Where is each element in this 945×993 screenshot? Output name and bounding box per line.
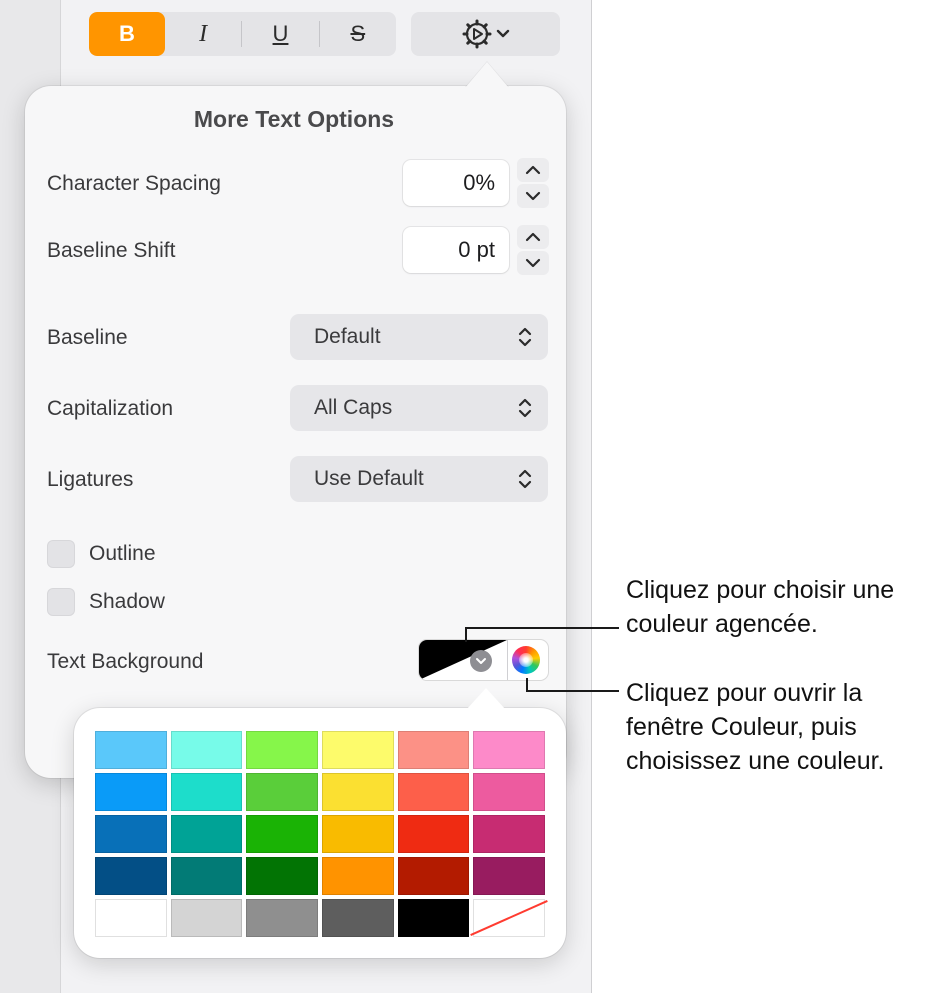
decrement-button[interactable] bbox=[517, 184, 549, 208]
palette-arrow bbox=[466, 688, 506, 710]
decrement-button[interactable] bbox=[517, 251, 549, 275]
color-swatch[interactable] bbox=[473, 857, 545, 895]
character-spacing-stepper bbox=[517, 158, 549, 208]
color-swatch[interactable] bbox=[473, 815, 545, 853]
outline-label: Outline bbox=[89, 542, 156, 565]
callout-leader bbox=[465, 627, 619, 629]
swatch-callout: Cliquez pour choisir une couleur agencée… bbox=[626, 576, 895, 638]
color-swatch[interactable] bbox=[473, 773, 545, 811]
color-swatch[interactable] bbox=[397, 857, 470, 895]
color-swatch[interactable] bbox=[170, 773, 243, 811]
color-swatch[interactable] bbox=[397, 815, 470, 853]
color-swatch[interactable] bbox=[321, 773, 394, 811]
color-swatch[interactable] bbox=[246, 899, 318, 937]
color-wheel-icon[interactable] bbox=[512, 646, 540, 674]
divider bbox=[507, 640, 508, 680]
color-swatch[interactable] bbox=[170, 857, 243, 895]
gear-icon bbox=[462, 19, 491, 49]
color-swatch[interactable] bbox=[95, 857, 167, 895]
color-swatch[interactable] bbox=[246, 857, 318, 895]
popover-title: More Text Options bbox=[193, 106, 395, 132]
chevron-down-icon bbox=[525, 191, 541, 201]
color-swatch[interactable] bbox=[95, 899, 167, 937]
bold-button[interactable]: B bbox=[89, 12, 165, 56]
color-swatch[interactable] bbox=[397, 773, 470, 811]
outline-checkbox[interactable] bbox=[47, 540, 75, 568]
ligatures-popup[interactable]: Use Default bbox=[290, 456, 548, 502]
shadow-checkbox[interactable] bbox=[47, 588, 75, 616]
underline-button[interactable]: U bbox=[242, 12, 318, 56]
shadow-option[interactable]: Shadow bbox=[47, 588, 165, 616]
popover-arrow bbox=[465, 62, 509, 88]
color-swatch[interactable] bbox=[321, 857, 394, 895]
baseline-shift-stepper bbox=[517, 225, 549, 275]
color-swatch[interactable] bbox=[246, 731, 318, 769]
color-swatch[interactable] bbox=[95, 815, 167, 853]
baseline-value: Default bbox=[314, 325, 381, 348]
color-swatch[interactable] bbox=[170, 731, 243, 769]
capitalization-value: All Caps bbox=[314, 396, 393, 419]
color-swatch[interactable] bbox=[170, 815, 243, 853]
wheel-callout: Cliquez pour ouvrir la fenêtre Couleur, … bbox=[626, 679, 885, 775]
baseline-popup[interactable]: Default bbox=[290, 314, 548, 360]
color-swatch[interactable] bbox=[246, 773, 318, 811]
text-background-label: Text Background bbox=[47, 650, 204, 673]
callout-leader bbox=[465, 628, 467, 642]
baseline-label: Baseline bbox=[47, 326, 128, 349]
character-spacing-field[interactable]: 0% bbox=[403, 160, 509, 206]
color-swatch[interactable] bbox=[246, 815, 318, 853]
color-swatch[interactable] bbox=[321, 731, 394, 769]
italic-button[interactable]: I bbox=[165, 12, 241, 56]
capitalization-popup[interactable]: All Caps bbox=[290, 385, 548, 431]
increment-button[interactable] bbox=[517, 225, 549, 249]
color-swatch[interactable] bbox=[473, 731, 545, 769]
up-down-chevron-icon bbox=[518, 398, 532, 418]
no-color-swatch[interactable] bbox=[473, 899, 545, 937]
color-swatch[interactable] bbox=[95, 773, 167, 811]
chevron-down-icon bbox=[470, 650, 492, 672]
color-swatch[interactable] bbox=[397, 899, 470, 937]
capitalization-label: Capitalization bbox=[47, 397, 174, 420]
color-swatch-button[interactable] bbox=[419, 640, 507, 680]
callout-leader bbox=[526, 690, 619, 692]
shadow-label: Shadow bbox=[89, 590, 165, 613]
increment-button[interactable] bbox=[517, 158, 549, 182]
color-swatch[interactable] bbox=[321, 815, 394, 853]
color-swatch[interactable] bbox=[170, 899, 243, 937]
up-down-chevron-icon bbox=[518, 327, 532, 347]
color-swatch[interactable] bbox=[397, 731, 470, 769]
character-spacing-label: Character Spacing bbox=[47, 172, 221, 195]
baseline-shift-label: Baseline Shift bbox=[47, 239, 176, 262]
outline-option[interactable]: Outline bbox=[47, 540, 156, 568]
chevron-up-icon bbox=[525, 165, 541, 175]
more-text-options-button[interactable] bbox=[411, 12, 560, 56]
baseline-shift-field[interactable]: 0 pt bbox=[403, 227, 509, 273]
chevron-down-icon bbox=[525, 258, 541, 268]
up-down-chevron-icon bbox=[518, 469, 532, 489]
ligatures-label: Ligatures bbox=[47, 468, 134, 491]
chevron-down-icon bbox=[496, 29, 509, 38]
ligatures-value: Use Default bbox=[314, 467, 424, 490]
chevron-up-icon bbox=[525, 232, 541, 242]
color-swatch[interactable] bbox=[95, 731, 167, 769]
strikethrough-button[interactable]: S bbox=[320, 12, 396, 56]
inspector-border bbox=[591, 0, 592, 993]
text-style-segmented-control: B I U S bbox=[89, 12, 396, 56]
color-grid bbox=[95, 731, 545, 937]
color-swatch[interactable] bbox=[321, 899, 394, 937]
